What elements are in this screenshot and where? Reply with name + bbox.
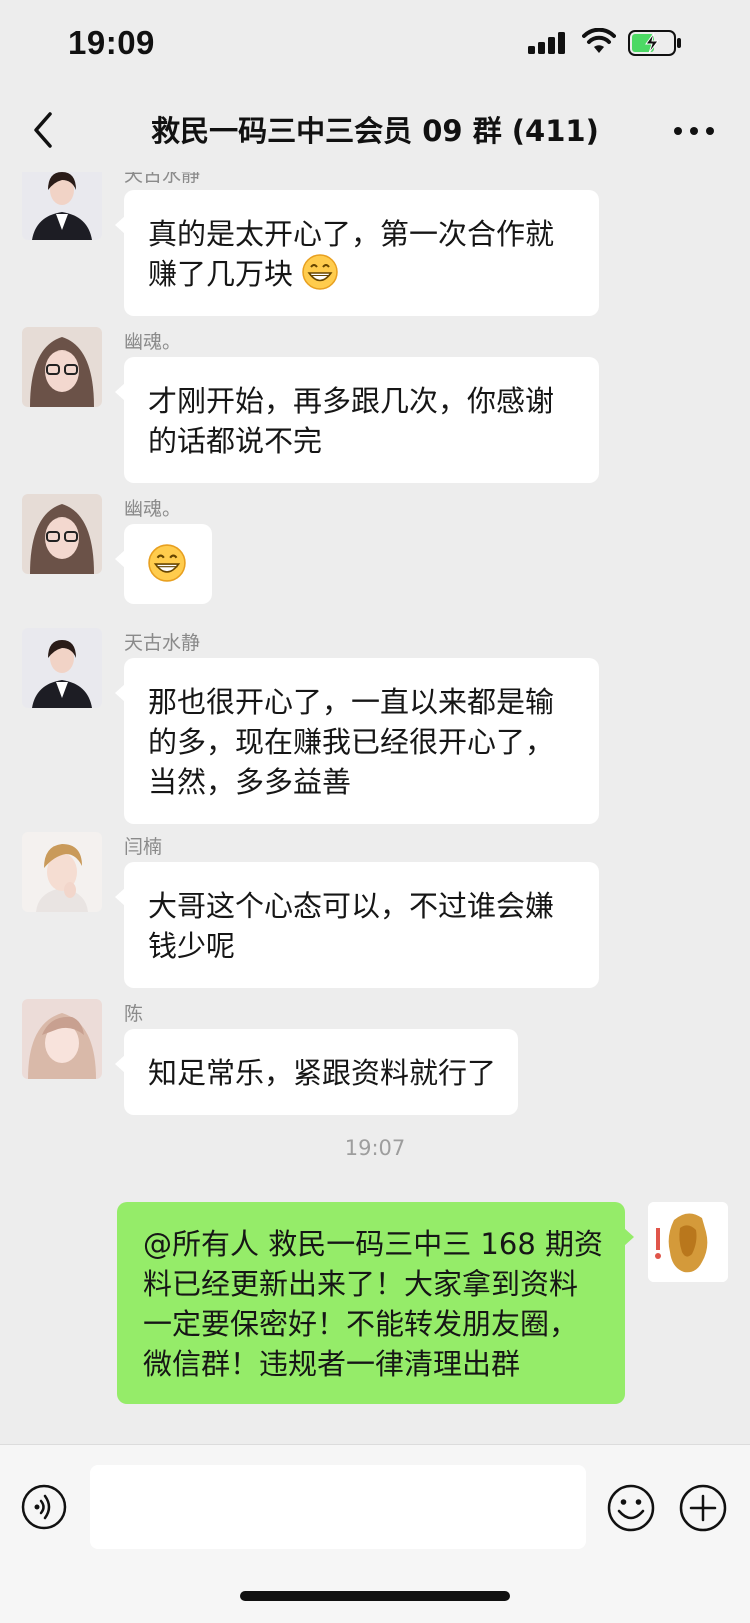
message-bubble[interactable]: 知足常乐，紧跟资料就行了 xyxy=(114,1029,519,1115)
sender-name: 闫楠 xyxy=(124,836,163,858)
nav-bar: 救民一码三中三会员 09 群 (411) xyxy=(0,90,750,172)
avatar[interactable] xyxy=(22,327,102,407)
message-text: 才刚开始，再多跟几次，你感谢的话都说不完 xyxy=(148,384,555,458)
message-bubble[interactable]: 才刚开始，再多跟几次，你感谢的话都说不完 xyxy=(115,357,599,483)
avatar[interactable] xyxy=(22,628,102,708)
emoji-picker-icon[interactable] xyxy=(606,1483,656,1533)
avatar[interactable] xyxy=(22,999,102,1079)
message-input[interactable] xyxy=(90,1465,586,1549)
sender-name: 幽魂。 xyxy=(124,331,182,353)
avatar-image xyxy=(648,1202,728,1282)
avatar-image xyxy=(22,172,102,240)
sender-name: 幽魂。 xyxy=(124,498,182,520)
emoji-bubble[interactable] xyxy=(115,524,212,604)
grinning-face-icon xyxy=(302,254,338,290)
more-functions-plus-icon[interactable] xyxy=(678,1483,728,1533)
status-time: 19:09 xyxy=(68,24,155,61)
more-options-icon[interactable] xyxy=(670,116,718,146)
avatar-image xyxy=(22,327,102,407)
wifi-icon xyxy=(582,28,616,53)
status-bar: 19:09 xyxy=(0,0,750,90)
chat-area[interactable]: 天古水静 真的是太开心了，第一次合作就赚了几万块 幽魂。 才刚开始，再多跟几次，… xyxy=(0,172,750,1444)
avatar[interactable] xyxy=(22,494,102,574)
message-text: 大哥这个心态可以，不过谁会嫌钱少呢 xyxy=(148,889,555,963)
self-avatar[interactable] xyxy=(648,1202,728,1282)
chat-title: 救民一码三中三会员 09 群 (411) xyxy=(151,114,599,148)
avatar-image xyxy=(22,628,102,708)
sender-name: 陈 xyxy=(124,1003,144,1025)
sender-name: 天古水静 xyxy=(124,632,201,654)
back-chevron-icon[interactable] xyxy=(28,108,58,152)
message-text: 那也很开心了，一直以来都是输的多，现在赚我已经很开心了，当然，多多益善 xyxy=(148,685,555,799)
message-text: @所有人 救民一码三中三 168 期资料已经更新出来了！大家拿到资料一定要保密好… xyxy=(143,1227,604,1381)
cellular-signal-icon xyxy=(528,32,565,54)
avatar[interactable] xyxy=(22,172,102,240)
self-message-bubble[interactable]: @所有人 救民一码三中三 168 期资料已经更新出来了！大家拿到资料一定要保密好… xyxy=(117,1202,634,1404)
grinning-face-icon xyxy=(148,544,186,582)
avatar[interactable] xyxy=(22,832,102,912)
home-indicator[interactable] xyxy=(240,1591,510,1601)
message-bubble[interactable]: 那也很开心了，一直以来都是输的多，现在赚我已经很开心了，当然，多多益善 xyxy=(115,658,599,824)
avatar-image xyxy=(22,494,102,574)
avatar-image xyxy=(22,832,102,912)
message-text: 知足常乐，紧跟资料就行了 xyxy=(148,1056,497,1090)
message-text: 真的是太开心了，第一次合作就赚了几万块 xyxy=(148,217,555,291)
message-bubble[interactable]: 大哥这个心态可以，不过谁会嫌钱少呢 xyxy=(115,862,599,988)
voice-input-icon[interactable] xyxy=(20,1483,68,1531)
sender-name: 天古水静 xyxy=(124,172,201,186)
message-bubble[interactable]: 真的是太开心了，第一次合作就赚了几万块 xyxy=(115,190,599,316)
avatar-image xyxy=(22,999,102,1079)
battery-charging-icon xyxy=(628,30,681,56)
message-timestamp: 19:07 xyxy=(344,1136,406,1160)
